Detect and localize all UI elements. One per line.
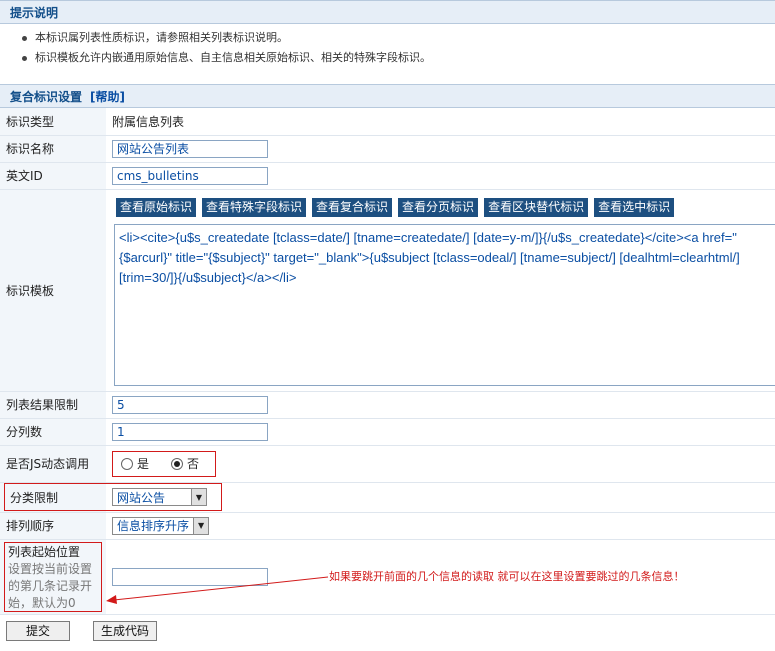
view-paging-tags-button[interactable]: 查看分页标识: [398, 197, 479, 217]
view-special-field-tags-button[interactable]: 查看特殊字段标识: [202, 197, 307, 217]
template-label: 标识模板: [0, 189, 106, 392]
tip-item: 本标识属列表性质标识，请参照相关列表标识说明。: [22, 28, 775, 48]
annotation-text: 如果要跳开前面的几个信息的读取 就可以在这里设置要跳过的几条信息！: [329, 570, 685, 583]
order-select[interactable]: 信息排序升序 ▼: [112, 516, 210, 535]
tips-list: 本标识属列表性质标识，请参照相关列表标识说明。 标识模板允许内嵌通用原始信息、自…: [0, 24, 775, 74]
js-dynamic-radio-group: 是 否: [112, 450, 216, 477]
annotation-arrow-icon: [106, 576, 329, 604]
start-pos-label: 列表起始位置: [8, 544, 81, 559]
tips-title: 提示说明: [10, 6, 59, 20]
row-tag-name: 标识名称 网站公告列表: [0, 135, 775, 163]
view-selected-tags-button[interactable]: 查看选中标识: [594, 197, 675, 217]
tag-type-value: 附属信息列表: [106, 108, 775, 136]
view-block-replace-tags-button[interactable]: 查看区块替代标识: [484, 197, 589, 217]
tag-name-input[interactable]: 网站公告列表: [112, 139, 268, 158]
template-button-bar: 查看原始标识 查看特殊字段标识 查看复合标识 查看分页标识 查看区块替代标识 查…: [116, 197, 775, 217]
row-template: 标识模板 查看原始标识 查看特殊字段标识 查看复合标识 查看分页标识 查看区块替…: [0, 189, 775, 392]
view-compound-tags-button[interactable]: 查看复合标识: [312, 197, 393, 217]
chevron-down-icon[interactable]: ▼: [193, 517, 209, 534]
generate-code-button[interactable]: 生成代码: [93, 621, 157, 641]
start-pos-box: 列表起始位置 设置按当前设置的第几条记录开始，默认为0: [4, 541, 102, 612]
english-id-input[interactable]: cms_bulletins: [112, 166, 268, 185]
submit-button[interactable]: 提交: [6, 621, 70, 641]
chevron-down-icon[interactable]: ▼: [191, 489, 206, 505]
tag-name-label: 标识名称: [0, 135, 106, 163]
columns-input[interactable]: 1: [112, 422, 268, 441]
settings-header: 复合标识设置 [帮助]: [0, 84, 775, 108]
settings-title: 复合标识设置: [10, 90, 83, 104]
bullet-icon: [22, 55, 27, 61]
row-columns: 分列数 1: [0, 418, 775, 446]
radio-no-icon[interactable]: [171, 457, 184, 470]
start-pos-hint: 设置按当前设置的第几条记录开始，默认为0: [8, 561, 93, 610]
order-label: 排列顺序: [0, 512, 106, 540]
radio-no-label: 否: [187, 457, 200, 471]
help-link[interactable]: [帮助]: [90, 90, 125, 104]
result-limit-label: 列表结果限制: [0, 391, 106, 419]
row-result-limit: 列表结果限制 5: [0, 391, 775, 419]
columns-label: 分列数: [0, 418, 106, 446]
row-tag-type: 标识类型 附属信息列表: [0, 108, 775, 136]
tip-item: 标识模板允许内嵌通用原始信息、自主信息相关原始标识、相关的特殊字段标识。: [22, 48, 775, 68]
row-order: 排列顺序 信息排序升序 ▼: [0, 512, 775, 540]
row-js-dynamic: 是否JS动态调用 是 否: [0, 445, 775, 483]
bullet-icon: [22, 35, 27, 41]
row-english-id: 英文ID cms_bulletins: [0, 162, 775, 190]
english-id-label: 英文ID: [0, 162, 106, 190]
view-original-tags-button[interactable]: 查看原始标识: [116, 197, 197, 217]
tips-header: 提示说明: [0, 0, 775, 24]
result-limit-input[interactable]: 5: [112, 395, 268, 414]
row-category: 分类限制 网站公告 ▼: [0, 482, 775, 513]
order-select-value: 信息排序升序: [117, 519, 190, 533]
category-label: 分类限制: [10, 490, 59, 505]
template-textarea[interactable]: <li><cite>{u$s_createdate [tclass=date/]…: [114, 223, 775, 386]
settings-form: 标识类型 附属信息列表 标识名称 网站公告列表 英文ID cms_bulleti…: [0, 108, 775, 615]
radio-yes-label: 是: [137, 457, 150, 471]
radio-yes-icon[interactable]: [121, 457, 133, 470]
tag-type-label: 标识类型: [0, 108, 106, 136]
category-select[interactable]: 网站公告 ▼: [112, 488, 207, 506]
js-dynamic-label: 是否JS动态调用: [0, 445, 106, 483]
category-select-value: 网站公告: [117, 490, 166, 505]
